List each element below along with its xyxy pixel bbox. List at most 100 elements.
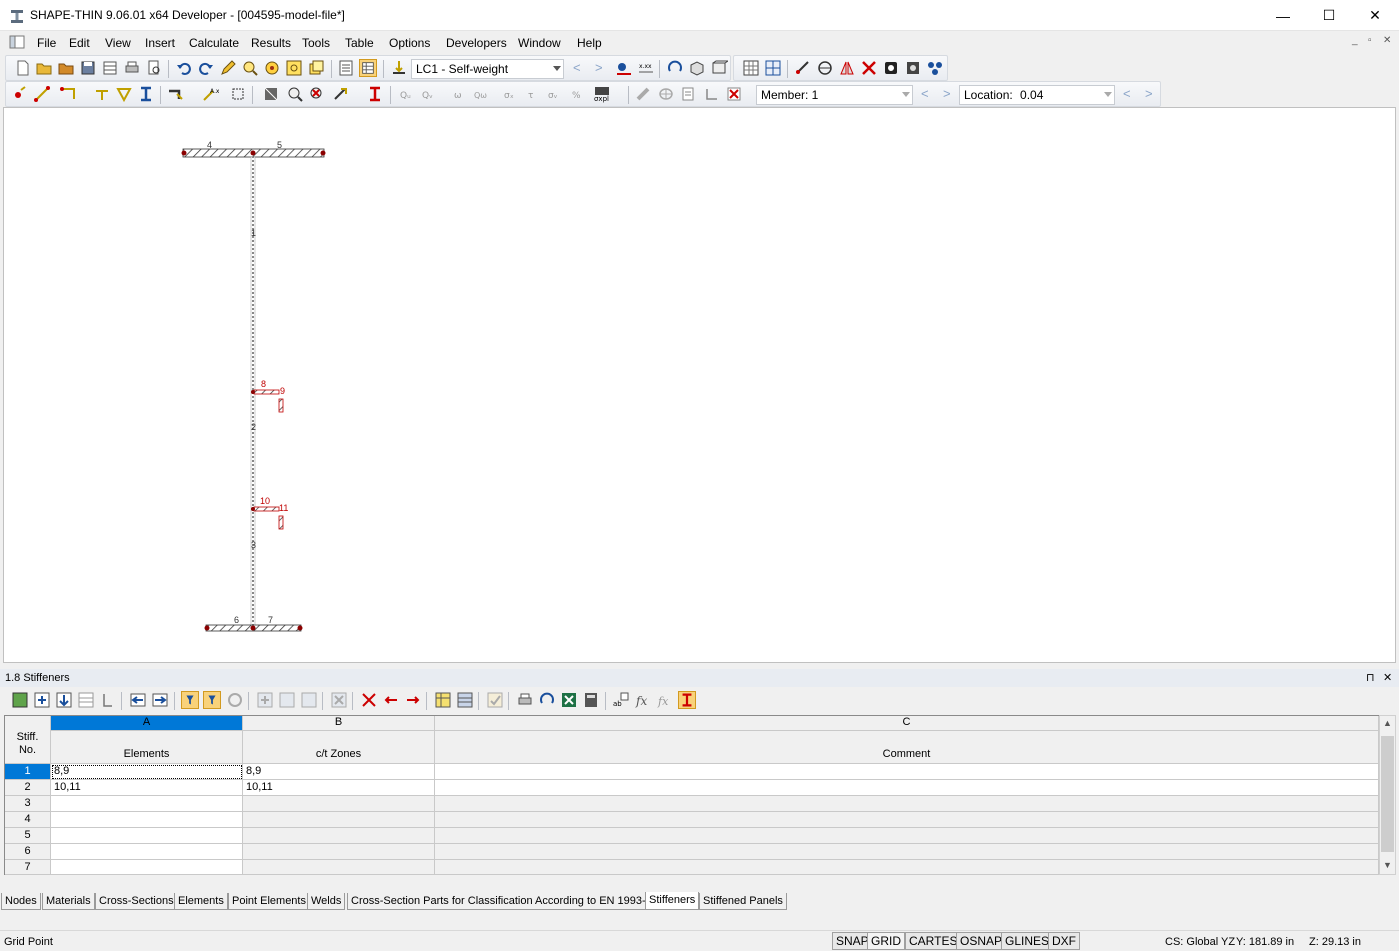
minimize-button[interactable]: — [1260,0,1306,31]
row-number[interactable]: 3 [5,796,51,812]
row-number[interactable]: 6 [5,844,51,860]
tab-stiffeners[interactable]: Stiffeners [645,892,700,910]
ellipse-icon[interactable] [657,85,675,103]
cell-elements[interactable]: 8,9 [51,764,243,780]
next-member-icon[interactable]: > [943,86,951,101]
tab-point-elements[interactable]: Point Elements [228,893,310,910]
print-preview-icon[interactable] [145,59,163,77]
cell-ct-zones[interactable] [243,812,435,828]
row-number[interactable]: 7 [5,860,51,875]
cell-comment[interactable] [435,764,1379,780]
import-icon[interactable] [129,691,147,709]
mdi-close-icon[interactable]: ✕ [1383,35,1391,46]
osnap-button[interactable]: OSNAP [956,932,1007,950]
grid-icon[interactable] [742,59,760,77]
print-table-icon[interactable] [516,691,534,709]
section-highlight-icon[interactable] [678,691,696,709]
cell-ct-zones[interactable] [243,828,435,844]
cartes-button[interactable]: CARTES [905,932,962,950]
snap-grid-icon[interactable] [764,59,782,77]
tab-elements[interactable]: Elements [174,893,228,910]
node[interactable] [204,625,210,631]
network-icon[interactable] [926,59,944,77]
list-icon[interactable] [337,59,355,77]
node[interactable] [297,625,303,631]
menu-developers[interactable]: Developers [446,36,507,50]
row-number[interactable]: 2 [5,780,51,796]
cell-elements[interactable] [51,812,243,828]
previous-location-icon[interactable]: < [1123,86,1131,101]
scroll-thumb[interactable] [1381,736,1394,852]
clear-formula-icon[interactable]: fx [656,691,674,709]
node[interactable] [320,150,326,156]
open-icon[interactable] [35,59,53,77]
merge-icon[interactable] [278,691,296,709]
location-select[interactable]: Location: 0.04 [959,85,1115,105]
next-icon[interactable]: > [595,60,603,75]
mirror-icon[interactable] [838,59,856,77]
rotate-table-icon[interactable] [538,691,556,709]
polyline-icon[interactable] [59,85,77,103]
column-header-ct-zones[interactable]: c/t Zones [243,731,435,764]
menu-window[interactable]: Window [518,36,561,50]
move-right-icon[interactable] [404,691,422,709]
cell-ct-zones[interactable] [243,844,435,860]
cell-ct-zones[interactable] [243,860,435,875]
new-icon[interactable] [14,59,32,77]
menu-results[interactable]: Results [251,36,291,50]
stiffener-1-vertical[interactable] [278,398,284,413]
undo-icon[interactable] [175,59,193,77]
move-icon[interactable] [262,85,280,103]
table-view-icon[interactable] [359,59,377,77]
column-letter-c[interactable]: C [435,716,1379,731]
insert-row-icon[interactable] [33,691,51,709]
column-header-elements[interactable]: Elements [51,731,243,764]
formula-icon[interactable]: fx [634,691,652,709]
zoom-window-icon[interactable] [241,59,259,77]
glines-button[interactable]: GLINES [1001,932,1054,950]
delete-icon[interactable] [860,59,878,77]
cell-ct-zones[interactable]: 10,11 [243,780,435,796]
panel-close-icon[interactable]: ✕ [1383,671,1392,684]
open-example-icon[interactable] [57,59,75,77]
print-icon[interactable] [123,59,141,77]
tab-cross-section-parts[interactable]: Cross-Section Parts for Classification A… [347,893,656,910]
sigma-xpl-icon[interactable]: σxpl [593,85,611,103]
tab-welds[interactable]: Welds [307,893,346,910]
pin-icon[interactable]: ⊓ [1366,671,1375,684]
close-button[interactable]: ✕ [1352,0,1398,31]
load-case-icon[interactable] [390,59,408,77]
cell-ct-zones[interactable]: 8,9 [243,764,435,780]
tau-icon[interactable]: τ [525,85,543,103]
document-icon[interactable] [9,35,25,49]
mdi-restore-icon[interactable]: ▫ [1368,35,1372,46]
split-icon[interactable] [300,691,318,709]
window-icon[interactable] [307,59,325,77]
shear-qv-icon[interactable]: Qᵥ [421,85,439,103]
tab-materials[interactable]: Materials [42,893,95,910]
mdi-minimize-icon[interactable]: _ [1352,35,1358,46]
node[interactable] [251,390,255,394]
maximize-button[interactable]: ☐ [1306,0,1352,31]
column-icon[interactable] [99,691,117,709]
node[interactable] [251,507,255,511]
menu-tools[interactable]: Tools [302,36,330,50]
cell-elements[interactable] [51,828,243,844]
redo-icon[interactable] [197,59,215,77]
percent-icon[interactable]: % [569,85,587,103]
dimension-icon[interactable] [167,85,185,103]
results-icon[interactable] [615,59,633,77]
cell-comment[interactable] [435,796,1379,812]
menu-file[interactable]: File [37,36,56,50]
cell-elements[interactable] [51,796,243,812]
settings-icon[interactable] [904,59,922,77]
view-front-icon[interactable] [710,59,728,77]
zoom-all-icon[interactable] [285,59,303,77]
arc-icon[interactable] [93,85,111,103]
frame-icon[interactable] [703,85,721,103]
filter-active-icon[interactable] [181,691,199,709]
refresh-icon[interactable] [226,691,244,709]
measure-icon[interactable] [794,59,812,77]
ruler-icon[interactable] [635,85,653,103]
cell-ct-zones[interactable] [243,796,435,812]
